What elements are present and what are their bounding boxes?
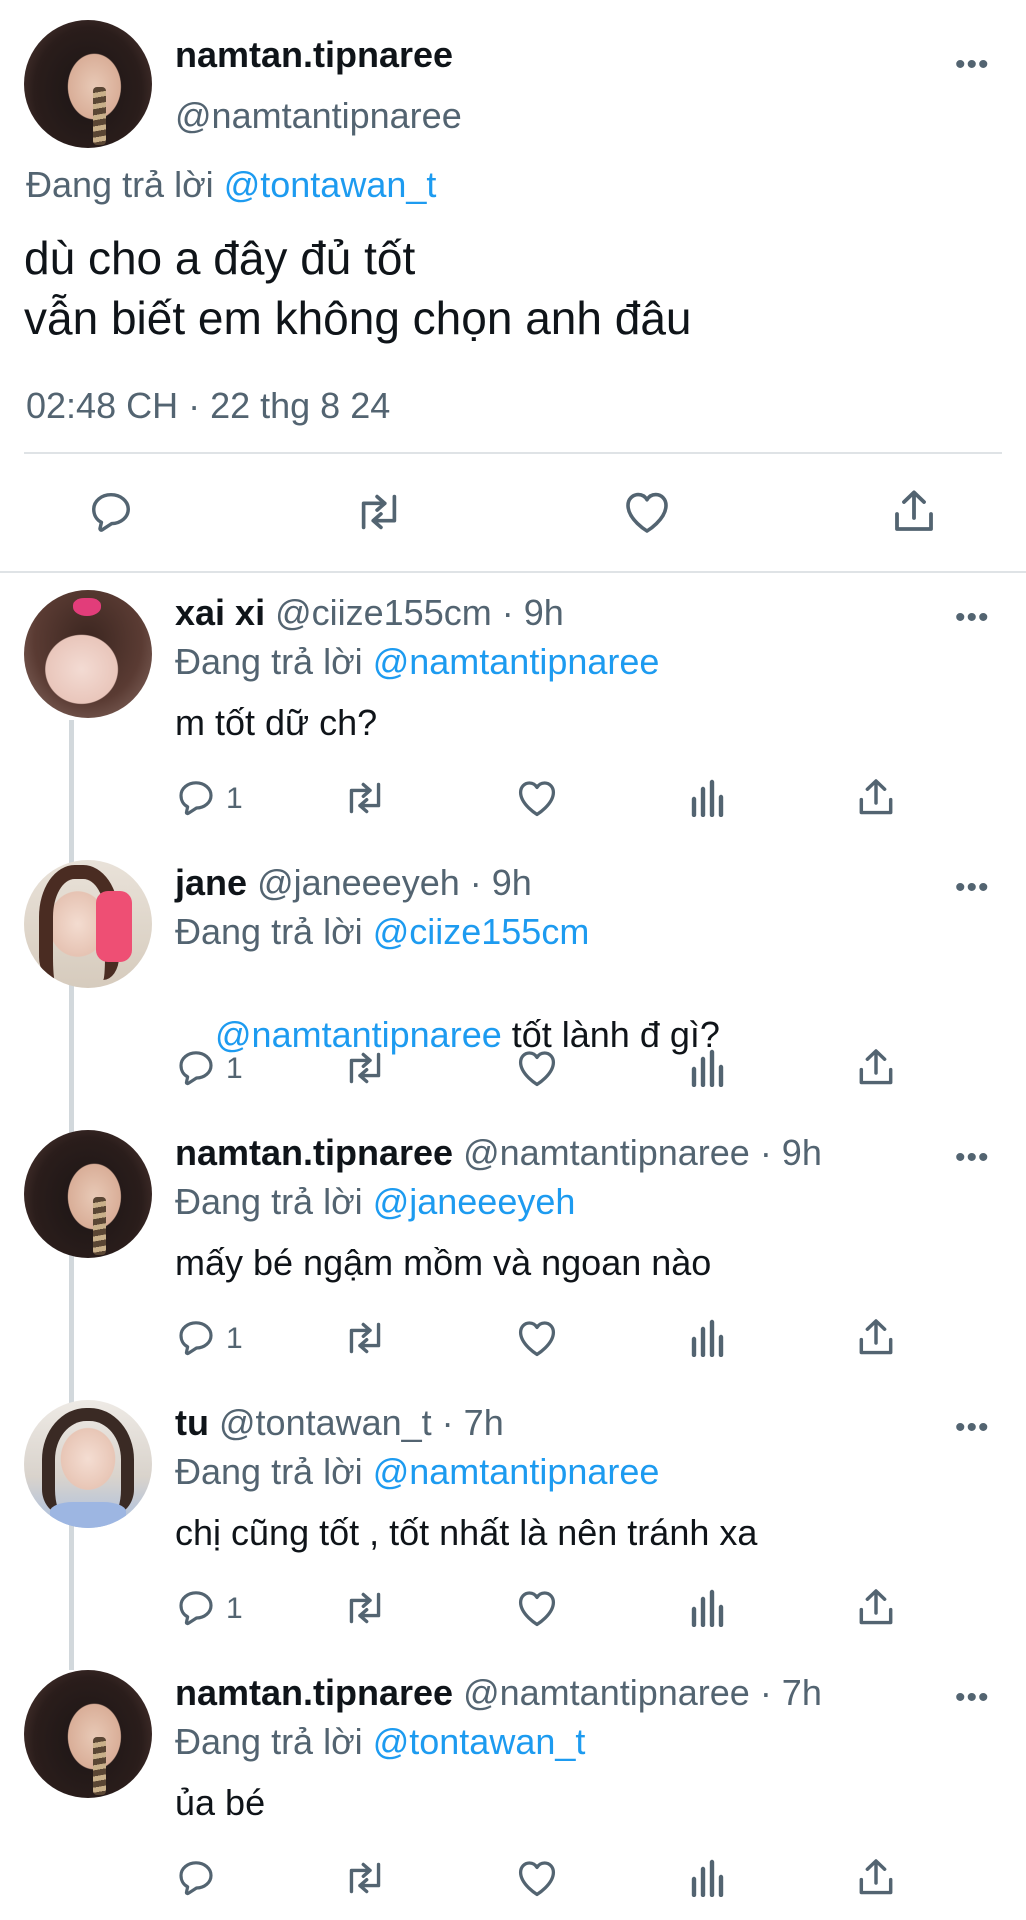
replying-to-line: Đang trả lời @ciize155cm: [175, 911, 589, 953]
avatar[interactable]: [24, 590, 152, 718]
reply-count: 1: [226, 1052, 243, 1085]
replying-prefix: Đang trả lời: [175, 1181, 363, 1222]
replying-prefix: Đang trả lời: [175, 1451, 363, 1492]
text-body: chị cũng tốt , tốt nhất là nên tránh xa: [175, 1512, 758, 1553]
text-body: m tốt dữ ch?: [175, 702, 378, 743]
divider: [24, 452, 1002, 454]
divider: [0, 571, 1026, 573]
display-name[interactable]: namtan.tipnaree: [175, 1672, 453, 1713]
replying-to-mention[interactable]: @ciize155cm: [373, 911, 590, 952]
reply-count: 1: [226, 782, 243, 815]
reply-header: tu @tontawan_t · 7h: [175, 1402, 504, 1444]
views-icon[interactable]: [690, 779, 726, 817]
like-icon[interactable]: [623, 490, 671, 534]
tweet-text-line: dù cho a đây đủ tốt: [24, 232, 416, 284]
views-icon[interactable]: [690, 1049, 726, 1087]
replying-to-mention[interactable]: @namtantipnaree: [373, 1451, 660, 1492]
reply-header: namtan.tipnaree @namtantipnaree · 7h: [175, 1672, 822, 1714]
display-name[interactable]: xai xi: [175, 592, 265, 633]
reply-count: 1: [226, 1322, 243, 1355]
retweet-icon[interactable]: [343, 779, 387, 817]
text-body: mấy bé ngậm mồm và ngoan nào: [175, 1242, 712, 1283]
retweet-icon[interactable]: [343, 1049, 387, 1087]
retweet-icon[interactable]: [343, 1319, 387, 1357]
handle-time[interactable]: @janeeeyeh · 9h: [257, 862, 532, 903]
text-body: ủa bé: [175, 1782, 266, 1823]
reply-count: 1: [226, 1592, 243, 1625]
handle-time[interactable]: @namtantipnaree · 9h: [463, 1132, 822, 1173]
retweet-icon[interactable]: [343, 1589, 387, 1627]
share-icon[interactable]: [857, 1587, 895, 1627]
reply-header: namtan.tipnaree @namtantipnaree · 9h: [175, 1132, 822, 1174]
replying-prefix: Đang trả lời: [175, 911, 363, 952]
views-icon[interactable]: [690, 1319, 726, 1357]
retweet-icon[interactable]: [354, 490, 404, 534]
retweet-icon[interactable]: [343, 1859, 387, 1897]
display-name[interactable]: jane: [175, 862, 247, 903]
reply-icon[interactable]: [176, 1317, 216, 1357]
replying-to-line: Đang trả lời @tontawan_t: [26, 164, 436, 206]
more-icon[interactable]: •••: [955, 50, 990, 80]
more-icon[interactable]: •••: [955, 1413, 990, 1443]
share-icon[interactable]: [857, 777, 895, 817]
like-icon[interactable]: [516, 1049, 558, 1087]
tweet-text: dù cho a đây đủ tốt vẫn biết em không ch…: [24, 228, 692, 348]
display-name[interactable]: tu: [175, 1402, 209, 1443]
more-icon[interactable]: •••: [955, 873, 990, 903]
reply-icon[interactable]: [176, 1587, 216, 1627]
tweet-text-line: vẫn biết em không chọn anh đâu: [24, 292, 692, 344]
like-icon[interactable]: [516, 1589, 558, 1627]
reply-icon[interactable]: [176, 1857, 216, 1897]
reply-icon[interactable]: [176, 1047, 216, 1087]
like-icon[interactable]: [516, 1319, 558, 1357]
replying-to-line: Đang trả lời @namtantipnaree: [175, 641, 659, 683]
reply-icon[interactable]: [88, 488, 134, 534]
avatar[interactable]: [24, 1130, 152, 1258]
display-name[interactable]: namtan.tipnaree: [175, 34, 453, 76]
avatar[interactable]: [24, 1670, 152, 1798]
handle-time[interactable]: @namtantipnaree · 7h: [463, 1672, 822, 1713]
more-icon[interactable]: •••: [955, 603, 990, 633]
replying-to-line: Đang trả lời @namtantipnaree: [175, 1451, 659, 1493]
reply-header: xai xi @ciize155cm · 9h: [175, 592, 564, 634]
share-icon[interactable]: [857, 1047, 895, 1087]
share-icon[interactable]: [857, 1317, 895, 1357]
like-icon[interactable]: [516, 1859, 558, 1897]
replying-to-mention[interactable]: @janeeeyeh: [373, 1181, 576, 1222]
replying-to-mention[interactable]: @tontawan_t: [373, 1721, 586, 1762]
reply-text: m tốt dữ ch?: [175, 702, 377, 744]
display-name[interactable]: namtan.tipnaree: [175, 1132, 453, 1173]
share-icon[interactable]: [857, 1857, 895, 1897]
views-icon[interactable]: [690, 1589, 726, 1627]
reply-icon[interactable]: [176, 777, 216, 817]
replying-prefix: Đang trả lời: [175, 1721, 363, 1762]
share-icon[interactable]: [892, 488, 936, 534]
reply-text: mấy bé ngậm mồm và ngoan nào: [175, 1242, 711, 1284]
views-icon[interactable]: [690, 1859, 726, 1897]
avatar[interactable]: [24, 20, 152, 148]
replying-to-mention[interactable]: @namtantipnaree: [373, 641, 660, 682]
handle-time[interactable]: @tontawan_t · 7h: [219, 1402, 504, 1443]
like-icon[interactable]: [516, 779, 558, 817]
reply-text: ủa bé: [175, 1782, 265, 1824]
avatar[interactable]: [24, 860, 152, 988]
more-icon[interactable]: •••: [955, 1683, 990, 1713]
reply-text: chị cũng tốt , tốt nhất là nên tránh xa: [175, 1512, 757, 1554]
handle[interactable]: @namtantipnaree: [175, 95, 462, 137]
reply-text: @namtantipnaree tốt lành đ gì?: [175, 972, 720, 1098]
replying-prefix: Đang trả lời: [175, 641, 363, 682]
handle-time[interactable]: @ciize155cm · 9h: [275, 592, 564, 633]
tweet-timestamp[interactable]: 02:48 CH · 22 thg 8 24: [26, 385, 390, 427]
replying-to-line: Đang trả lời @tontawan_t: [175, 1721, 585, 1763]
replying-prefix: Đang trả lời: [26, 164, 214, 205]
replying-to-line: Đang trả lời @janeeeyeh: [175, 1181, 575, 1223]
reply-header: jane @janeeeyeh · 9h: [175, 862, 532, 904]
replying-to-mention[interactable]: @tontawan_t: [224, 164, 437, 205]
avatar[interactable]: [24, 1400, 152, 1528]
more-icon[interactable]: •••: [955, 1143, 990, 1173]
